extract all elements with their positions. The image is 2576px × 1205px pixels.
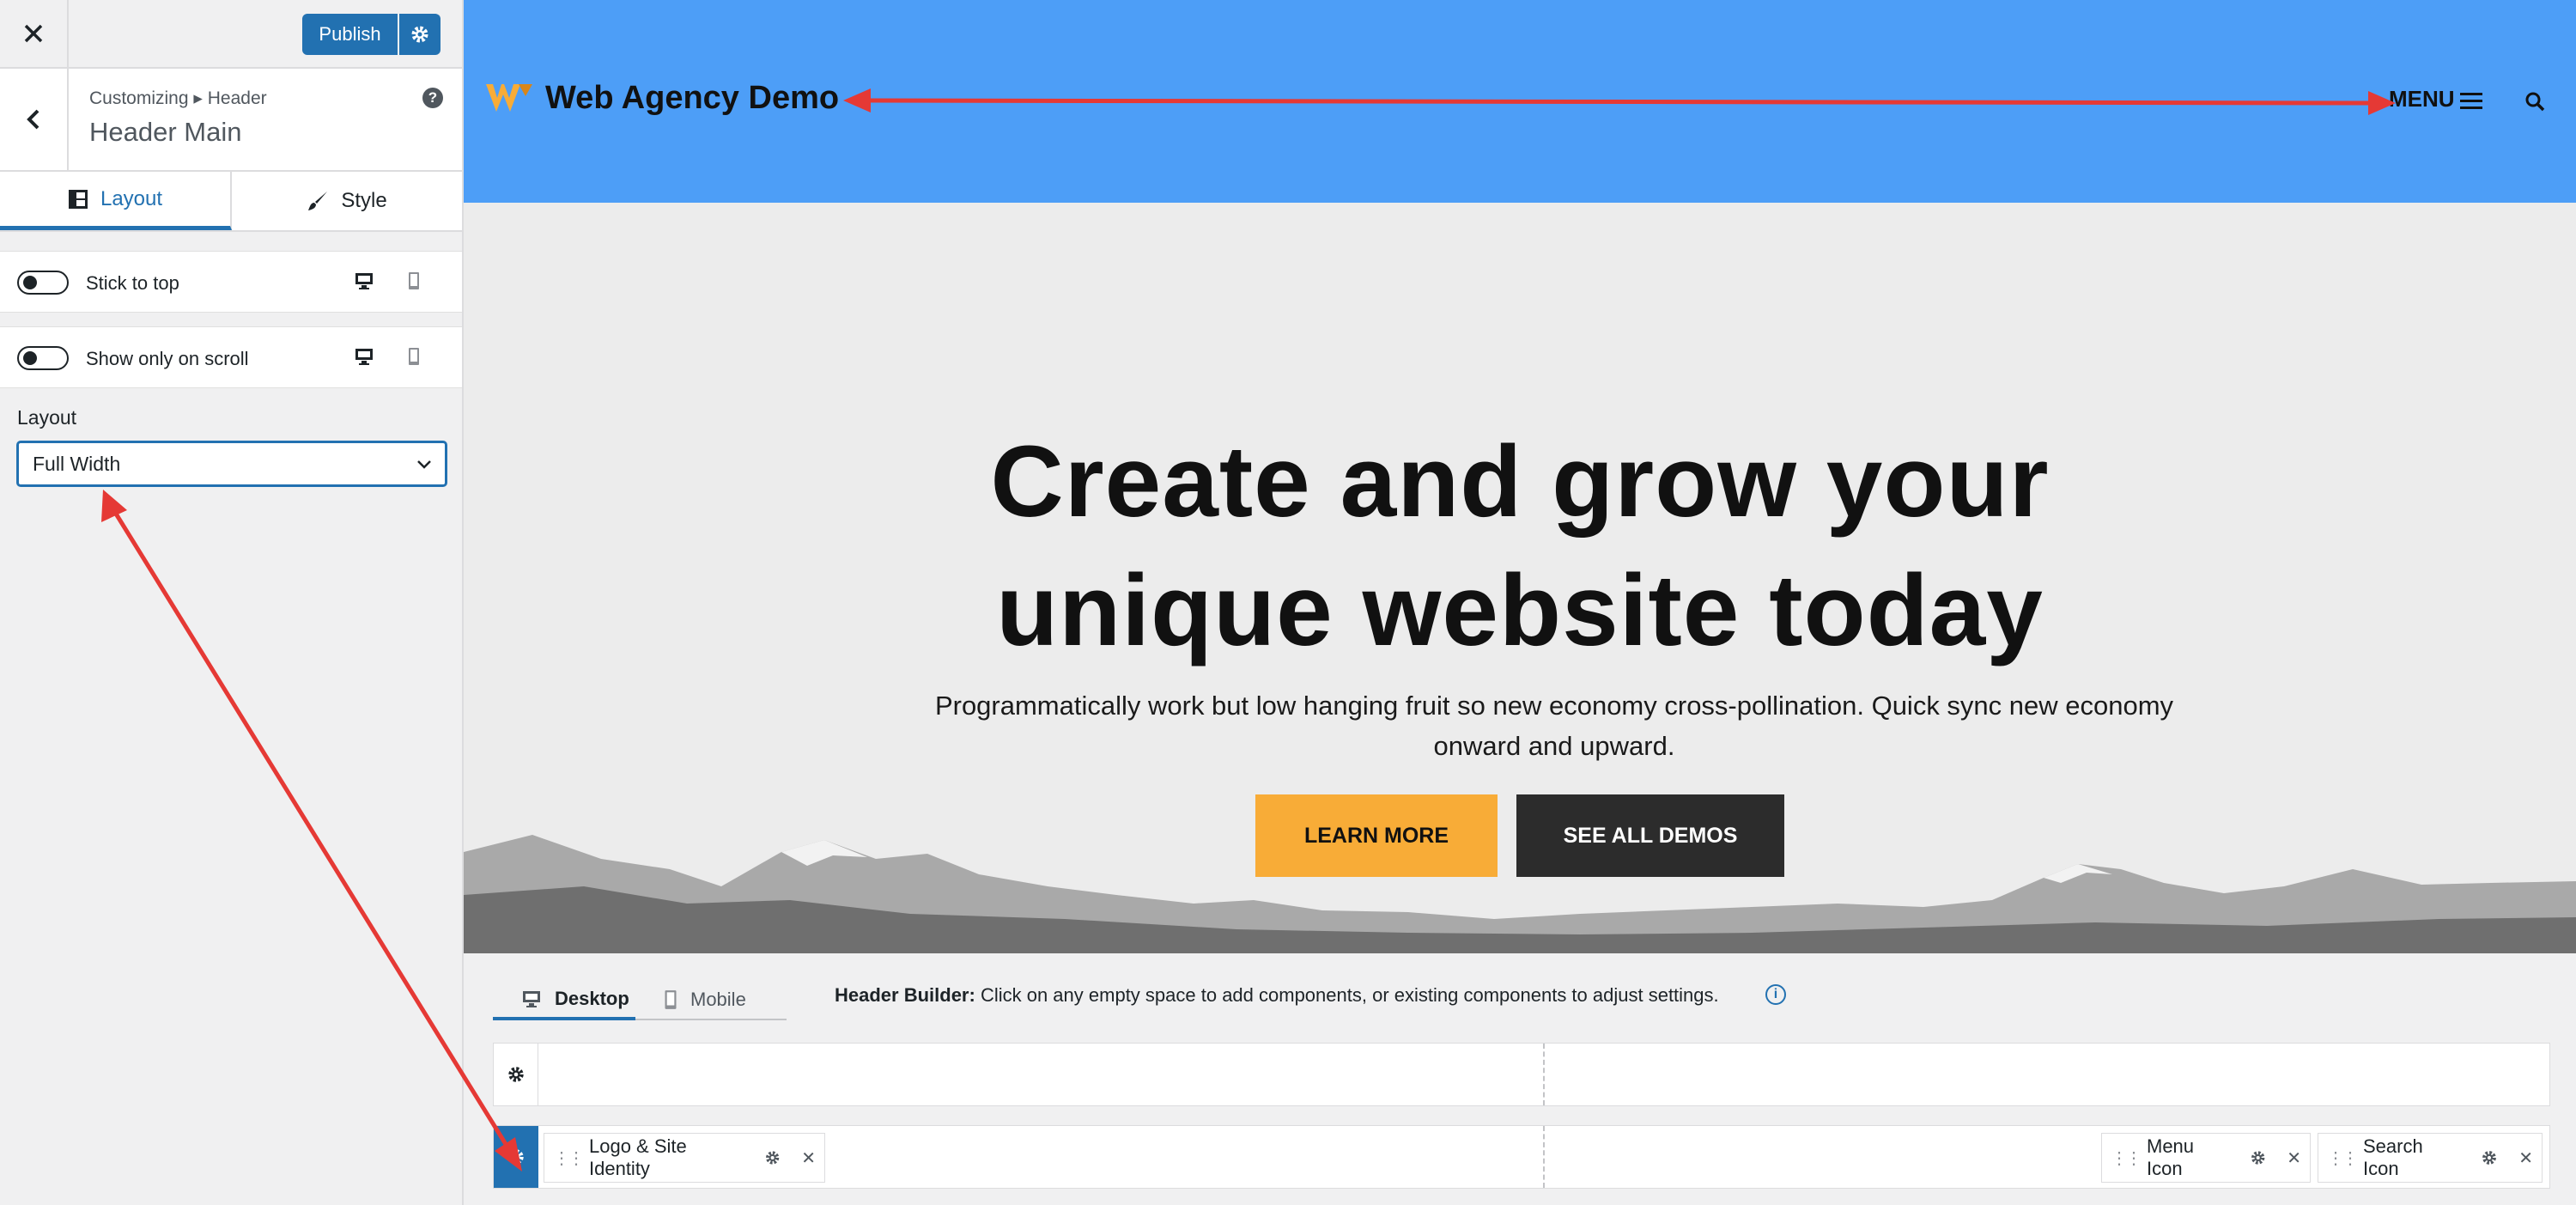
stick-to-top-label: Stick to top	[86, 272, 179, 294]
gear-icon[interactable]	[764, 1149, 781, 1166]
close-customizer-button[interactable]	[0, 0, 69, 67]
component-search-icon[interactable]: ⋮⋮ Search Icon ✕	[2318, 1133, 2543, 1183]
builder-info: Header Builder: Click on any empty space…	[835, 984, 1719, 1007]
close-icon	[24, 24, 43, 43]
tab-style-label: Style	[341, 189, 387, 212]
tab-desktop[interactable]: Desktop	[493, 981, 635, 1020]
mobile-icon[interactable]	[407, 271, 421, 291]
drag-handle-icon[interactable]: ⋮⋮	[2327, 1147, 2359, 1169]
hero-section: Create and grow your unique website today…	[464, 203, 2576, 953]
drag-handle-icon[interactable]: ⋮⋮	[2111, 1147, 2142, 1169]
menu-label[interactable]: MENU	[2389, 86, 2455, 113]
desktop-icon[interactable]	[354, 346, 374, 367]
tab-layout[interactable]: Layout	[0, 172, 232, 230]
hero-heading: Create and grow your unique website today	[464, 417, 2576, 675]
option-show-on-scroll: Show only on scroll	[0, 326, 462, 388]
component-label: Menu Icon	[2147, 1135, 2195, 1179]
close-icon[interactable]: ✕	[2287, 1147, 2301, 1169]
layout-select-value: Full Width	[33, 452, 121, 475]
help-icon[interactable]: ?	[422, 88, 443, 108]
stick-to-top-toggle[interactable]	[17, 271, 69, 295]
site-header: Web Agency Demo MENU	[464, 0, 2576, 203]
section-title: Header Main	[89, 117, 242, 147]
close-icon[interactable]: ✕	[801, 1147, 816, 1169]
info-icon[interactable]: i	[1765, 984, 1786, 1005]
tab-mobile[interactable]: Mobile	[635, 981, 787, 1020]
show-on-scroll-label: Show only on scroll	[86, 348, 249, 369]
drag-handle-icon[interactable]: ⋮⋮	[553, 1147, 585, 1169]
hero-text: Programmatically work but low hanging fr…	[934, 691, 2174, 761]
builder-info-text: Click on any empty space to add componen…	[980, 984, 1719, 1006]
builder-row-main[interactable]: ⋮⋮ Logo & Site Identity ✕ ⋮⋮ Menu Icon ✕…	[493, 1125, 2550, 1189]
tab-layout-label: Layout	[100, 186, 163, 210]
row-settings-button[interactable]	[494, 1044, 538, 1105]
gear-icon[interactable]	[2250, 1149, 2266, 1166]
publish-group: Publish	[302, 14, 440, 55]
back-button[interactable]	[0, 69, 69, 170]
chevron-left-icon	[27, 109, 39, 130]
mountain-background	[464, 835, 2576, 953]
component-label: Logo & Site Identity	[589, 1135, 687, 1179]
option-stick-to-top: Stick to top	[0, 251, 462, 313]
component-menu-icon[interactable]: ⋮⋮ Menu Icon ✕	[2101, 1133, 2311, 1183]
desktop-icon	[523, 991, 540, 1007]
close-icon[interactable]: ✕	[2518, 1147, 2533, 1169]
row-settings-button[interactable]	[494, 1126, 538, 1188]
brush-icon	[308, 192, 328, 210]
gear-icon[interactable]	[2481, 1149, 2498, 1166]
site-title[interactable]: Web Agency Demo	[545, 80, 839, 117]
tab-mobile-label: Mobile	[690, 989, 746, 1010]
mobile-icon[interactable]	[407, 346, 421, 367]
row-divider	[1543, 1044, 1545, 1105]
tab-style[interactable]: Style	[232, 172, 462, 230]
customizer-sidebar: Publish Customizing ▸ Header Header Main…	[0, 0, 464, 1205]
publish-button[interactable]: Publish	[302, 14, 398, 55]
breadcrumb: Customizing ▸ Header	[89, 88, 267, 108]
panel-tabs: Layout Style	[0, 172, 462, 232]
layout-select[interactable]: Full Width	[17, 441, 447, 486]
search-icon[interactable]	[2524, 91, 2545, 112]
mobile-icon	[665, 990, 677, 1009]
site-preview: Web Agency Demo MENU Create and grow you…	[464, 0, 2576, 1205]
desktop-icon[interactable]	[354, 271, 374, 291]
component-label: Search Icon	[2363, 1135, 2423, 1179]
row-divider	[1543, 1126, 1545, 1188]
gear-icon	[508, 1149, 524, 1165]
show-on-scroll-toggle[interactable]	[17, 346, 69, 370]
builder-row-top[interactable]	[493, 1043, 2550, 1106]
section-header: Customizing ▸ Header Header Main ?	[0, 69, 462, 172]
hamburger-icon[interactable]	[2460, 91, 2482, 110]
gear-icon	[507, 1067, 524, 1082]
publish-settings-button[interactable]	[399, 14, 440, 55]
header-builder: Desktop Mobile Header Builder: Click on …	[464, 953, 2576, 1205]
layout-field-label: Layout	[17, 406, 77, 429]
chevron-down-icon	[417, 460, 431, 469]
tab-desktop-label: Desktop	[555, 988, 629, 1009]
customizer-topbar: Publish	[0, 0, 462, 69]
builder-info-label: Header Builder:	[835, 984, 975, 1006]
site-logo[interactable]	[486, 82, 532, 113]
layout-icon	[68, 189, 88, 209]
component-logo-site-identity[interactable]: ⋮⋮ Logo & Site Identity ✕	[544, 1133, 825, 1183]
hero-heading-line1: Create and grow your	[990, 425, 2050, 539]
hero-heading-line2: unique website today	[996, 554, 2044, 667]
gear-icon	[411, 26, 428, 43]
